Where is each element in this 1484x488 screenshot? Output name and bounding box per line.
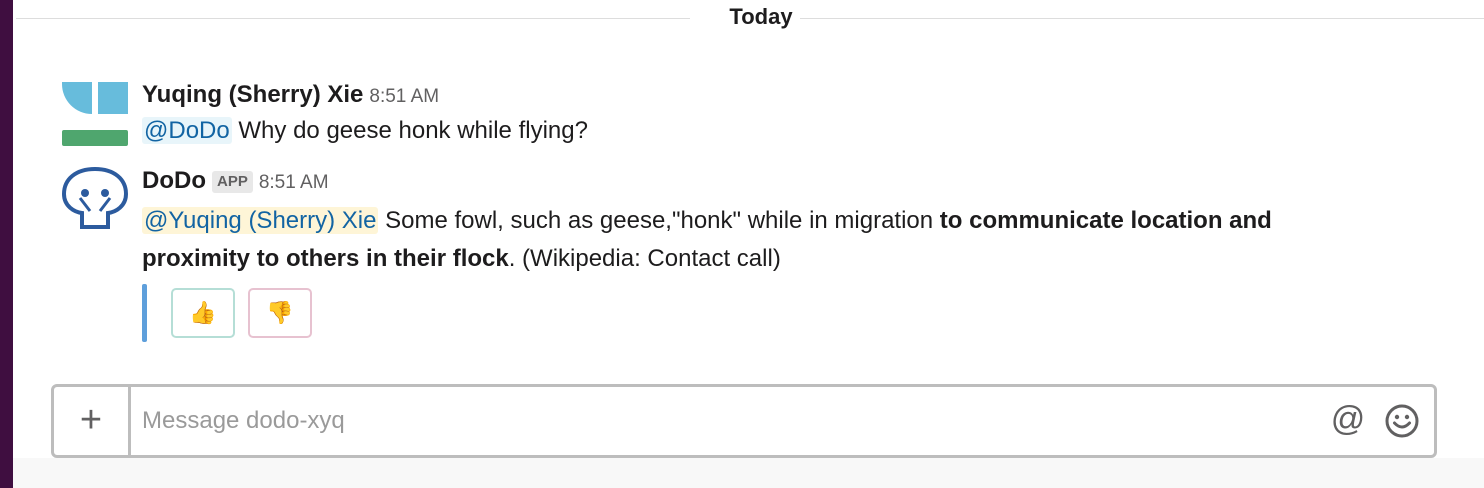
divider-line-left (16, 18, 690, 19)
attachment-accent-bar (142, 284, 147, 342)
day-divider-label[interactable]: Today (706, 4, 816, 30)
message-text: @Yuqing (Sherry) Xie Some fowl, such as … (142, 202, 1464, 278)
app-badge: APP (211, 171, 253, 193)
user-avatar[interactable] (62, 80, 128, 146)
message-timestamp[interactable]: 8:51 AM (259, 172, 329, 193)
thumbs-down-button[interactable]: 👎 (248, 288, 312, 338)
message-text: @DoDo Why do geese honk while flying? (142, 112, 1464, 150)
thumbs-down-icon: 👎 (266, 300, 294, 325)
sender-name[interactable]: DoDo (142, 167, 206, 194)
workspace-sidebar-edge (0, 0, 13, 488)
add-attachment-button[interactable]: + (54, 387, 131, 455)
message-header: DoDo APP 8:51 AM (142, 166, 1464, 196)
sender-name[interactable]: Yuqing (Sherry) Xie (142, 81, 363, 108)
message-body: Yuqing (Sherry) Xie 8:51 AM @DoDo Why do … (142, 80, 1464, 150)
emoji-icon[interactable] (1384, 403, 1420, 439)
message-timestamp[interactable]: 8:51 AM (369, 86, 439, 107)
thumbs-up-icon: 👍 (189, 300, 217, 325)
mention-icon[interactable]: @ (1330, 401, 1366, 437)
message-header: Yuqing (Sherry) Xie 8:51 AM (142, 80, 1464, 110)
mention-link[interactable]: @DoDo (142, 117, 232, 144)
message-content: . (Wikipedia: Contact call) (508, 245, 781, 272)
message-content: Why do geese honk while flying? (238, 117, 588, 144)
thumbs-up-button[interactable]: 👍 (171, 288, 235, 338)
message-input[interactable] (142, 387, 1292, 455)
mention-link[interactable]: @Yuqing (Sherry) Xie (142, 207, 379, 234)
message-bold-text: to communicate location and (939, 207, 1272, 234)
day-divider: Today (16, 0, 1484, 40)
message-body: DoDo APP 8:51 AM @Yuqing (Sherry) Xie Some… (142, 166, 1464, 278)
bot-avatar[interactable] (62, 166, 128, 232)
divider-line-right (800, 18, 1484, 19)
message-content: Some fowl, such as geese,"honk" while in… (385, 207, 934, 234)
message-item: Yuqing (Sherry) Xie 8:51 AM @DoDo Why do … (62, 80, 1464, 150)
message-composer: + @ (51, 384, 1437, 458)
message-bold-text: proximity to others in their flock (142, 245, 509, 272)
footer-background (13, 458, 1484, 488)
